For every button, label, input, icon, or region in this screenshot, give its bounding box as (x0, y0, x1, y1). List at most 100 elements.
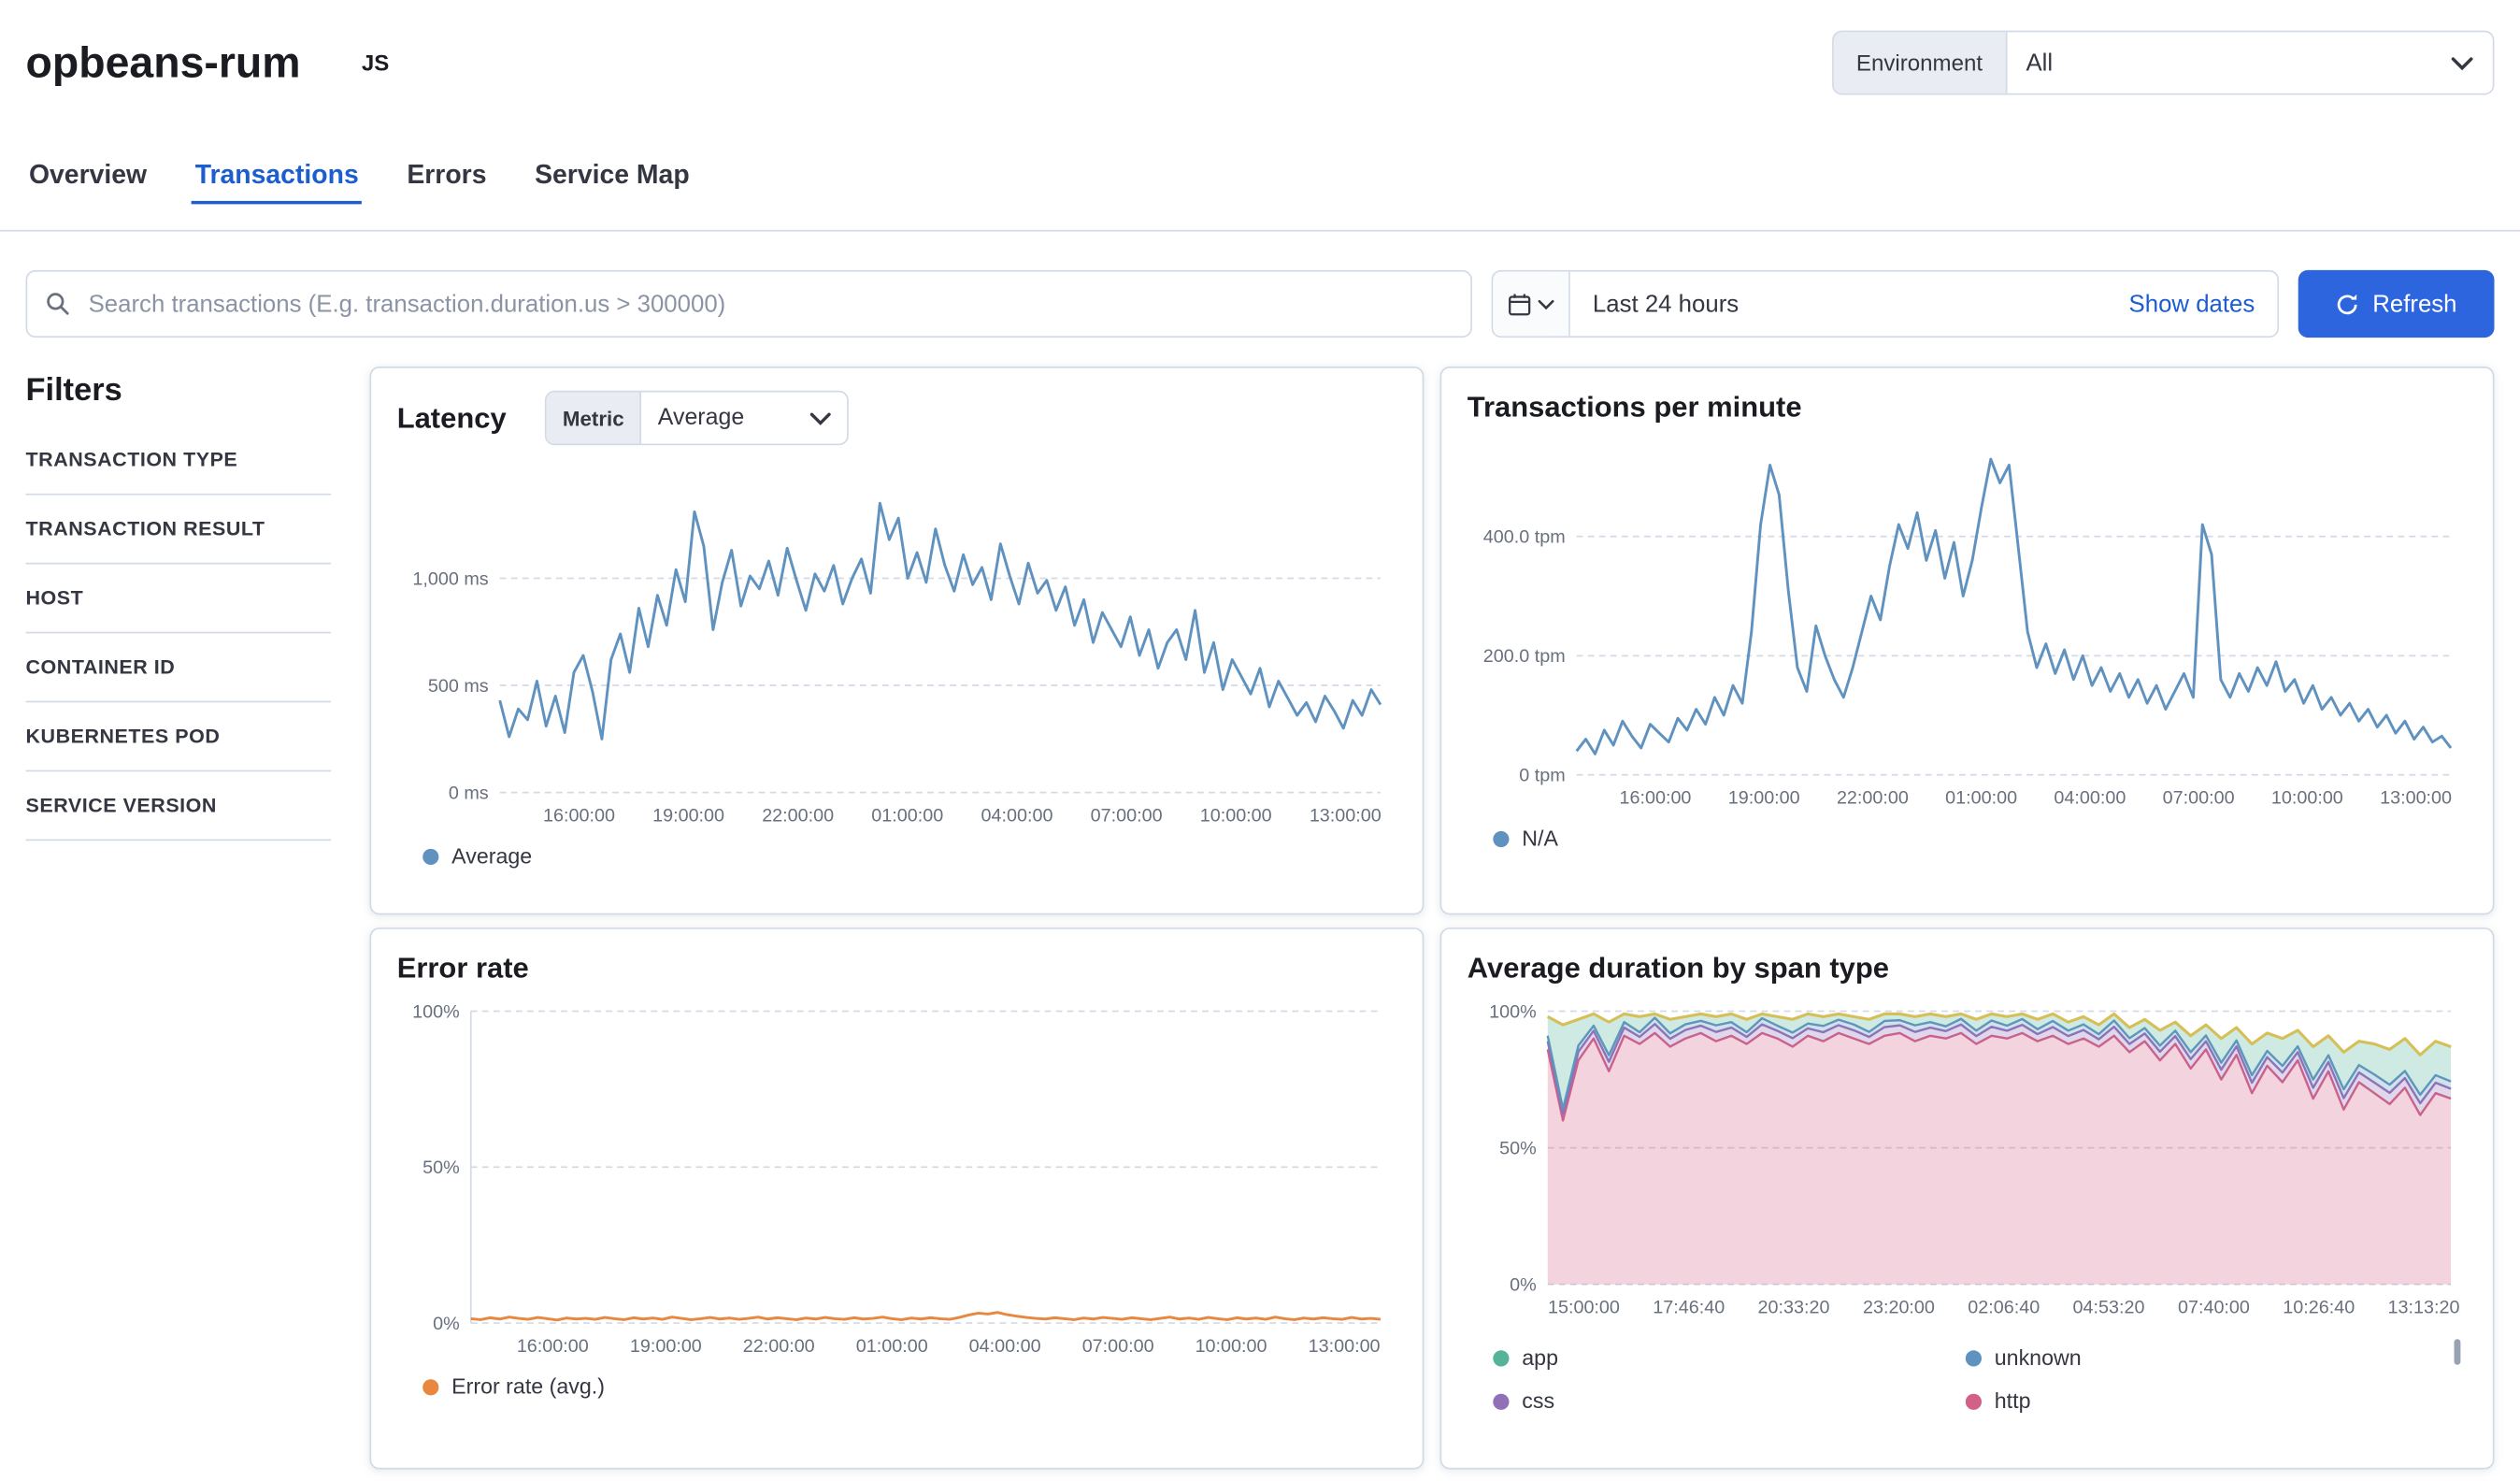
latency-legend-item[interactable]: Average (397, 843, 1396, 869)
metric-label: Metric (546, 392, 642, 444)
tpm-title: Transactions per minute (1467, 390, 1802, 424)
legend-label: unknown (1994, 1345, 2082, 1370)
search-transactions-input[interactable] (25, 269, 1472, 338)
search-icon (45, 291, 71, 317)
svg-text:50%: 50% (422, 1157, 460, 1178)
legend-dot (1493, 1349, 1510, 1366)
svg-text:02:06:40: 02:06:40 (1968, 1298, 2040, 1318)
svg-text:04:00:00: 04:00:00 (981, 806, 1053, 827)
tab-transactions[interactable]: Transactions (192, 151, 362, 205)
legend-dot (1493, 1392, 1510, 1410)
environment-select[interactable]: Environment All (1832, 30, 2495, 95)
svg-text:04:00:00: 04:00:00 (969, 1336, 1041, 1357)
svg-text:15:00:00: 15:00:00 (1548, 1298, 1620, 1318)
svg-text:13:00:00: 13:00:00 (1310, 806, 1382, 827)
svg-text:17:46:40: 17:46:40 (1653, 1298, 1725, 1318)
chevron-down-icon (1538, 299, 1554, 309)
legend-dot (422, 847, 439, 865)
legend-label: http (1994, 1388, 2031, 1414)
svg-text:04:53:20: 04:53:20 (2073, 1298, 2145, 1318)
svg-text:400.0 tpm: 400.0 tpm (1483, 527, 1566, 548)
svg-text:20:33:20: 20:33:20 (1758, 1298, 1830, 1318)
svg-text:10:00:00: 10:00:00 (1200, 806, 1272, 827)
content: Filters TRANSACTION TYPE TRANSACTION RES… (0, 367, 2520, 1470)
svg-text:23:20:00: 23:20:00 (1863, 1298, 1935, 1318)
svg-text:19:00:00: 19:00:00 (630, 1336, 702, 1357)
show-dates-link[interactable]: Show dates (2129, 290, 2278, 317)
latency-metric-select[interactable]: Metric Average (544, 390, 850, 446)
filters-sidebar: Filters TRANSACTION TYPE TRANSACTION RES… (25, 367, 332, 1470)
svg-text:50%: 50% (1499, 1139, 1537, 1159)
svg-text:01:00:00: 01:00:00 (1945, 788, 2017, 809)
latency-panel: Latency Metric Average 0 ms 500 ms 1,000 m… (369, 367, 1425, 915)
calendar-icon (1509, 293, 1531, 315)
svg-text:22:00:00: 22:00:00 (743, 1336, 815, 1357)
svg-text:22:00:00: 22:00:00 (1837, 788, 1909, 809)
svg-text:16:00:00: 16:00:00 (1619, 788, 1691, 809)
tab-overview[interactable]: Overview (26, 151, 150, 205)
metric-value: Average (657, 405, 745, 431)
svg-text:19:00:00: 19:00:00 (1728, 788, 1800, 809)
latency-chart[interactable]: 0 ms 500 ms 1,000 ms 16:00:00 19:00:00 22:00:… (397, 458, 1396, 827)
tpm-legend-item[interactable]: N/A (1468, 827, 2467, 851)
error-rate-legend-item[interactable]: Error rate (avg.) (397, 1374, 1396, 1399)
calendar-quick-select-button[interactable] (1493, 271, 1570, 337)
svg-text:0 tpm: 0 tpm (1519, 766, 1565, 786)
legend-item-unknown[interactable]: unknown (1965, 1336, 2439, 1379)
filter-container-id[interactable]: CONTAINER ID (25, 633, 332, 703)
filter-service-version[interactable]: SERVICE VERSION (25, 771, 332, 841)
legend-label: Average (451, 843, 533, 869)
refresh-button-label: Refresh (2372, 290, 2457, 318)
error-rate-title: Error rate (396, 951, 529, 985)
svg-text:0%: 0% (433, 1314, 460, 1334)
svg-text:10:26:40: 10:26:40 (2283, 1298, 2355, 1318)
legend-item-css[interactable]: css (1493, 1379, 1966, 1422)
svg-text:04:00:00: 04:00:00 (2054, 788, 2126, 809)
tab-service-map[interactable]: Service Map (532, 151, 693, 205)
svg-text:500 ms: 500 ms (428, 676, 489, 697)
refresh-icon (2336, 292, 2360, 316)
legend-dot (422, 1378, 439, 1395)
service-tabs: Overview Transactions Errors Service Map (0, 125, 2520, 232)
svg-text:13:00:00: 13:00:00 (2380, 788, 2452, 809)
date-range-value[interactable]: Last 24 hours (1570, 290, 1739, 317)
service-header: opbeans-rum JS Environment All (0, 0, 2520, 125)
filter-transaction-result[interactable]: TRANSACTION RESULT (25, 496, 332, 565)
error-rate-chart[interactable]: 0% 50% 100% 16:00:00 19:00:00 22:00:00 01:00:0… (397, 999, 1396, 1359)
span-duration-legend: app css unknown http (1468, 1336, 2467, 1423)
svg-text:16:00:00: 16:00:00 (543, 806, 615, 827)
legend-scrollbar[interactable] (2454, 1339, 2461, 1365)
tpm-chart[interactable]: 0 tpm 200.0 tpm 400.0 tpm 16:00:00 19:00:00 2… (1468, 438, 2467, 811)
svg-text:200.0 tpm: 200.0 tpm (1483, 646, 1566, 667)
svg-text:13:13:20: 13:13:20 (2388, 1298, 2460, 1318)
search-box (25, 269, 1472, 338)
filter-transaction-type[interactable]: TRANSACTION TYPE (25, 426, 332, 496)
query-bar: Last 24 hours Show dates Refresh (25, 269, 2495, 338)
error-rate-panel: Error rate 0% 50% 100% 16:00:00 19:00:00 22:0… (369, 927, 1425, 1470)
legend-label: css (1522, 1388, 1555, 1414)
svg-text:07:00:00: 07:00:00 (1091, 806, 1163, 827)
latency-title: Latency (396, 400, 507, 434)
charts-grid: Latency Metric Average 0 ms 500 ms 1,000 m… (369, 367, 2495, 1470)
chevron-down-icon (810, 411, 832, 425)
legend-item-app[interactable]: app (1493, 1336, 1966, 1379)
apm-service-page: opbeans-rum JS Environment All Overview … (0, 0, 2520, 1481)
svg-text:19:00:00: 19:00:00 (652, 806, 724, 827)
tab-errors[interactable]: Errors (404, 151, 490, 205)
filter-host[interactable]: HOST (25, 565, 332, 634)
date-picker: Last 24 hours Show dates (1491, 269, 2280, 338)
svg-text:07:40:00: 07:40:00 (2178, 1298, 2250, 1318)
svg-text:01:00:00: 01:00:00 (856, 1336, 928, 1357)
svg-text:16:00:00: 16:00:00 (517, 1336, 589, 1357)
svg-text:10:00:00: 10:00:00 (1196, 1336, 1267, 1357)
svg-text:0%: 0% (1510, 1275, 1537, 1296)
refresh-button[interactable]: Refresh (2298, 269, 2495, 338)
span-duration-chart[interactable]: 0% 50% 100% 15:00:00 17:46:40 20:33:20 23:20:0… (1468, 999, 2467, 1320)
legend-item-http[interactable]: http (1965, 1379, 2439, 1422)
filter-kubernetes-pod[interactable]: KUBERNETES POD (25, 702, 332, 772)
legend-label: Error rate (avg.) (451, 1374, 605, 1399)
tpm-panel: Transactions per minute 0 tpm 200.0 tpm 40… (1439, 367, 2495, 915)
svg-text:100%: 100% (412, 1001, 460, 1022)
svg-text:1,000 ms: 1,000 ms (412, 568, 488, 589)
svg-text:100%: 100% (1489, 1001, 1537, 1022)
